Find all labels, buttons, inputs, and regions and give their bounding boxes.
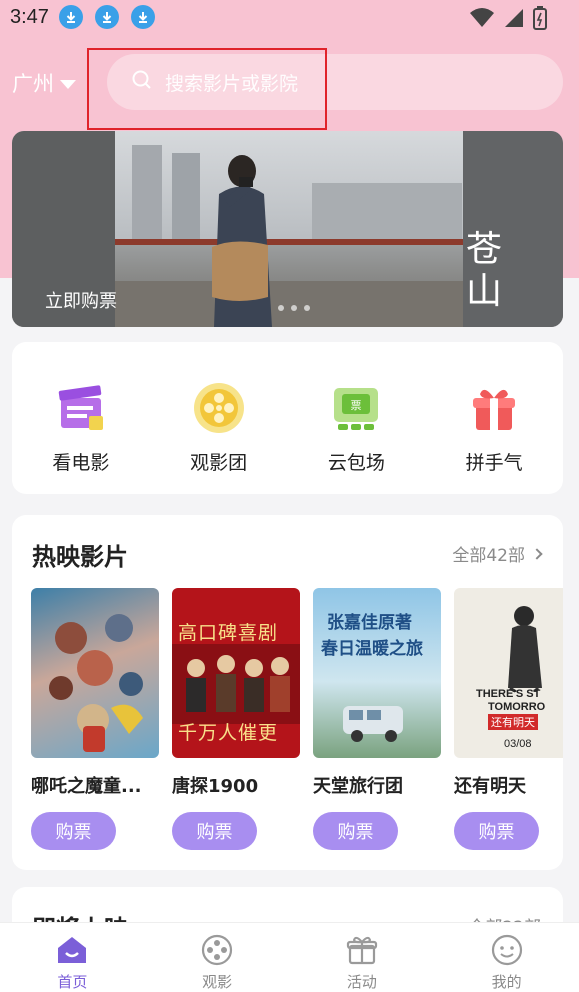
buy-ticket-button[interactable]: 购票 [172,812,257,850]
nav-profile[interactable]: 我的 [434,923,579,992]
poster-tagline: 03/08 [504,738,532,750]
nav-activity[interactable]: 活动 [290,923,435,992]
quick-item-label: 云包场 [327,452,385,474]
movie-poster[interactable]: THERE'S ST TOMORRO 还有明天 03/08 [454,588,563,758]
movie-poster[interactable] [31,588,159,758]
pagination-dot [278,305,284,311]
poster-tagline: THERE'S ST [476,688,541,700]
quick-item-label: 看电影 [52,452,110,474]
gift-box-icon [466,380,522,436]
quick-item-private-screening[interactable]: 票 云包场 [288,342,426,494]
chevron-right-icon [531,547,543,560]
view-all-label: 全部42部 [452,546,525,566]
quick-item-label: 观影团 [190,452,248,474]
movie-title: 哪吒之魔童... [31,776,142,797]
wifi-icon [469,7,495,33]
status-bar: 3:47 [0,0,579,34]
ticket-icon: 票 [328,380,384,436]
quick-item-group[interactable]: 观影团 [150,342,288,494]
bottom-navigation: 首页 观影 活动 我的 [0,922,579,992]
movie-card[interactable]: 张嘉佳原著 春日温暖之旅 天堂旅行团 购票 [313,588,441,850]
film-reel-icon [200,933,234,967]
gift-icon [345,933,379,967]
now-showing-section: 热映影片 全部42部 哪吒之魔童... 购票 高口碑喜剧 千万人催更 唐探190… [12,515,563,870]
movie-title: 天堂旅行团 [313,776,403,797]
highlight-box [87,48,327,130]
clapperboard-icon [53,380,109,436]
download-icon [130,5,155,29]
nav-home[interactable]: 首页 [0,923,145,992]
movie-card[interactable]: 哪吒之魔童... 购票 [31,588,159,850]
quick-item-movies[interactable]: 看电影 [12,342,150,494]
buy-ticket-button[interactable]: 购票 [31,812,116,850]
poster-tagline: TOMORRO [488,701,546,713]
quick-item-label: 拼手气 [465,452,523,474]
city-selector[interactable]: 广州 [12,68,76,98]
city-label: 广州 [12,72,54,96]
status-time: 3:47 [10,5,49,28]
movie-poster[interactable]: 张嘉佳原著 春日温暖之旅 [313,588,441,758]
banner-buy-link[interactable]: 立即购票 [45,287,117,313]
pagination-dot [304,305,310,311]
movie-list: 哪吒之魔童... 购票 高口碑喜剧 千万人催更 唐探1900 购票 张嘉佳原著 [31,588,563,850]
promo-banner[interactable]: 立即购票 苍山 [12,131,563,327]
banner-pagination [278,305,310,311]
nav-label: 活动 [346,973,377,991]
svg-text:票: 票 [351,399,362,412]
home-icon [55,933,89,967]
download-icon [94,5,119,29]
nav-label: 首页 [57,973,88,991]
movie-title: 还有明天 [454,776,526,797]
poster-tagline: 还有明天 [488,714,538,730]
movie-poster[interactable]: 高口碑喜剧 千万人催更 [172,588,300,758]
signal-icon [503,7,525,33]
profile-face-icon [490,933,524,967]
download-icon [58,5,83,29]
film-reel-icon [191,380,247,436]
caret-down-icon [60,79,76,89]
poster-tagline: 张嘉佳原著 [327,613,412,633]
section-title: 热映影片 [32,543,128,571]
poster-tagline: 春日温暖之旅 [321,639,423,659]
banner-movie-title: 苍山 [466,229,503,312]
pagination-dot [291,305,297,311]
nav-label: 我的 [491,973,522,991]
quick-item-lucky-draw[interactable]: 拼手气 [425,342,563,494]
buy-ticket-button[interactable]: 购票 [454,812,539,850]
nav-label: 观影 [202,973,233,991]
movie-card[interactable]: 高口碑喜剧 千万人催更 唐探1900 购票 [172,588,300,850]
movie-card[interactable]: THERE'S ST TOMORRO 还有明天 03/08 还有明天 购票 [454,588,563,850]
buy-ticket-button[interactable]: 购票 [313,812,398,850]
banner-figure-image [212,155,272,327]
nav-watch[interactable]: 观影 [145,923,290,992]
movie-title: 唐探1900 [172,776,259,797]
poster-tagline: 高口碑喜剧 [178,622,279,644]
battery-icon [533,6,547,34]
poster-tagline: 千万人催更 [178,722,279,744]
view-all-link[interactable]: 全部42部 [452,541,543,566]
quick-menu: 看电影 观影团 票 云包场 拼手气 [12,342,563,494]
